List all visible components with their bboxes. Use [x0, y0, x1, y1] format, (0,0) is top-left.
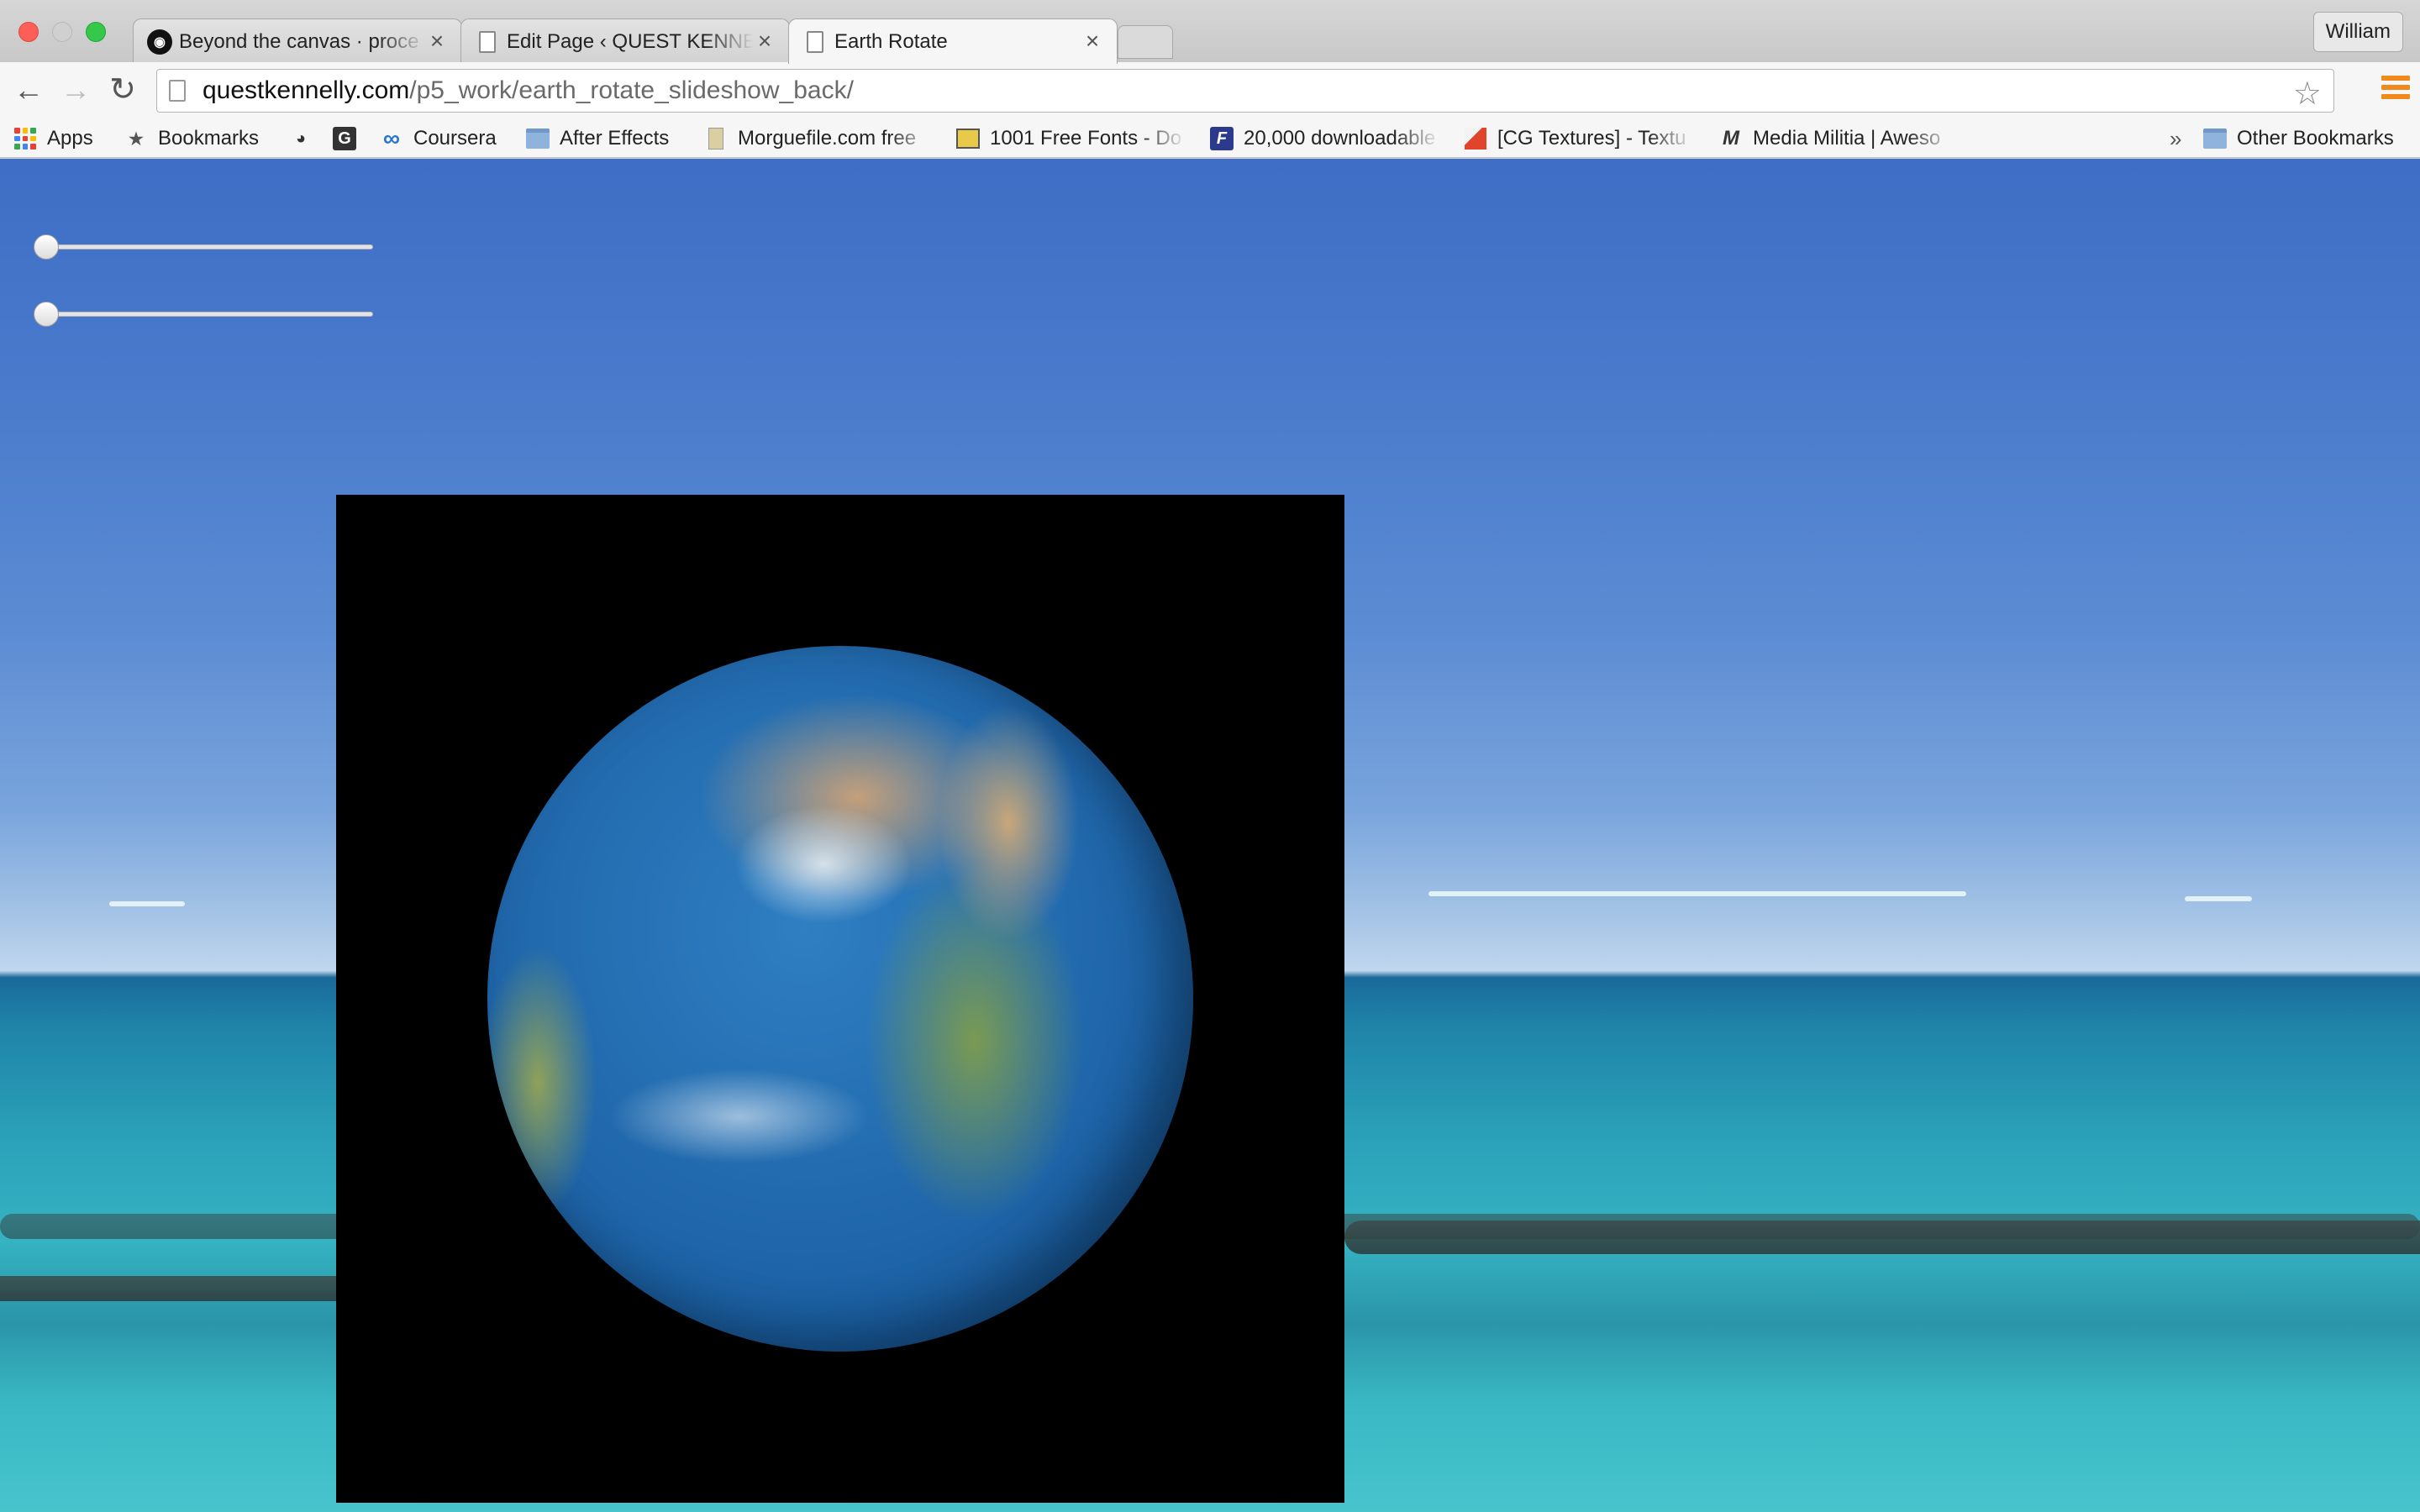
github-icon: ◉	[147, 29, 172, 55]
back-button[interactable]: ←	[12, 74, 45, 108]
bookmark-label: Morguefile.com free	[738, 127, 917, 150]
bookmark-reddit[interactable]: ◕	[289, 119, 323, 158]
browser-menu-button[interactable]	[2381, 76, 2410, 106]
bookmark-label: Apps	[47, 127, 93, 150]
bookmark-other-bookmarks[interactable]: Other Bookmarks	[2203, 119, 2394, 158]
reddit-icon: ◕	[295, 129, 307, 148]
cgtextures-icon	[1464, 127, 1487, 150]
url-host: questkennelly.com	[203, 76, 410, 104]
bookmark-morguefile[interactable]: Morguefile.com free	[704, 119, 934, 158]
bookmark-star-icon[interactable]: ☆	[2293, 75, 2322, 113]
bookmark-label: Bookmarks	[158, 127, 260, 150]
bookmark-g[interactable]: G	[333, 119, 366, 158]
browser-toolbar: ← → ↻ questkennelly.com/p5_work/earth_ro…	[0, 62, 2420, 119]
close-window-button[interactable]	[18, 22, 39, 42]
p5-canvas[interactable]	[336, 495, 1344, 1503]
close-icon[interactable]: ×	[754, 29, 776, 53]
reload-button[interactable]: ↻	[106, 74, 139, 108]
font-f-icon: F	[1210, 127, 1234, 150]
apps-grid-icon	[13, 127, 37, 150]
profile-button[interactable]: William	[2312, 12, 2403, 52]
g-icon: G	[333, 127, 356, 150]
bookmarks-bar: Apps ★ Bookmarks ◕ G ∞ Coursera After Ef…	[0, 119, 2420, 158]
bookmark-1001-fonts[interactable]: 1001 Free Fonts - Do	[956, 119, 1186, 158]
title-bar: ◉ Beyond the canvas · proce × Edit Page …	[0, 0, 2420, 64]
bookmark-label: Media Militia | Aweso	[1753, 127, 1941, 150]
tab-edit-page[interactable]: Edit Page ‹ QUEST KENNE ×	[460, 18, 790, 64]
coursera-icon: ∞	[383, 125, 400, 151]
bookmark-bookmarks[interactable]: ★ Bookmarks	[124, 119, 259, 158]
tab-title: Edit Page ‹ QUEST KENNE	[507, 29, 754, 53]
bookmark-media-militia[interactable]: M Media Militia | Aweso	[1719, 119, 1954, 158]
fonts-icon	[956, 127, 980, 150]
bookmarks-overflow-button[interactable]: »	[2170, 119, 2181, 158]
bookmark-label: Other Bookmarks	[2237, 127, 2394, 150]
slider-thumb[interactable]	[34, 302, 59, 327]
bookmark-20000-fonts[interactable]: F 20,000 downloadable	[1210, 119, 1440, 158]
tab-beyond-the-canvas[interactable]: ◉ Beyond the canvas · proce ×	[133, 18, 462, 64]
rotation-speed-slider[interactable]	[34, 234, 373, 260]
folder-icon	[526, 127, 550, 150]
forward-button[interactable]: →	[59, 74, 92, 108]
morguefile-icon	[704, 127, 728, 150]
bookmark-label: Coursera	[413, 127, 497, 150]
document-icon	[802, 29, 828, 55]
folder-icon	[2203, 127, 2227, 150]
document-icon	[475, 29, 500, 55]
slider-track	[34, 312, 373, 317]
bookmark-after-effects[interactable]: After Effects	[526, 119, 669, 158]
page-info-icon[interactable]	[169, 80, 186, 102]
bookmark-label: After Effects	[560, 127, 670, 150]
slider-track	[34, 244, 373, 249]
tab-title: Beyond the canvas · proce	[179, 29, 419, 53]
star-icon: ★	[129, 129, 144, 149]
address-bar[interactable]: questkennelly.com/p5_work/earth_rotate_s…	[156, 69, 2334, 113]
bookmark-label: [CG Textures] - Textu	[1497, 127, 1686, 150]
bookmark-coursera[interactable]: ∞ Coursera	[380, 119, 497, 158]
close-icon[interactable]: ×	[1081, 29, 1103, 53]
tab-title: Earth Rotate	[834, 29, 948, 53]
bookmark-apps[interactable]: Apps	[13, 119, 93, 158]
tab-earth-rotate[interactable]: Earth Rotate ×	[788, 18, 1118, 64]
page-viewport	[0, 159, 2420, 1512]
slider-thumb[interactable]	[34, 234, 59, 260]
bookmark-label: 1001 Free Fonts - Do	[990, 127, 1182, 150]
close-icon[interactable]: ×	[426, 29, 448, 53]
new-tab-button[interactable]	[1118, 25, 1173, 59]
bookmark-label: 20,000 downloadable	[1244, 127, 1436, 150]
minimize-window-button[interactable]	[52, 22, 72, 42]
rotating-earth-globe	[487, 646, 1193, 1352]
maximize-window-button[interactable]	[86, 22, 106, 42]
bookmark-cg-textures[interactable]: [CG Textures] - Textu	[1464, 119, 1694, 158]
url-path: /p5_work/earth_rotate_slideshow_back/	[409, 76, 854, 104]
second-slider[interactable]	[34, 302, 373, 327]
media-militia-icon: M	[1723, 127, 1739, 150]
